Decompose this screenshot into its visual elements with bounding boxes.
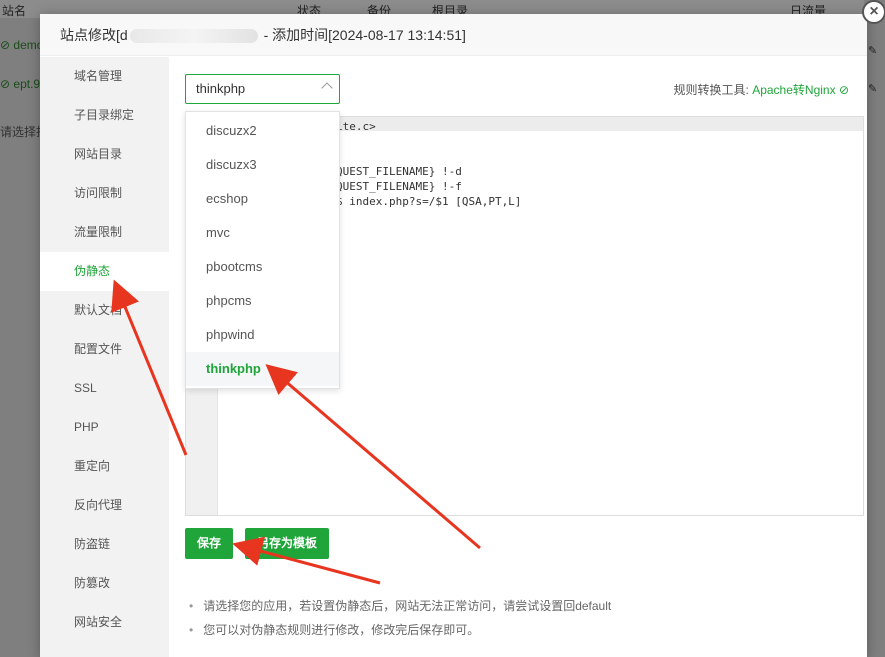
site-edit-modal: 站点修改[d - 添加时间[2024-08-17 13:14:51] 域名管理子…: [40, 14, 867, 657]
sidebar-item[interactable]: 配置文件: [40, 330, 169, 369]
help-note: 您可以对伪静态规则进行修改，修改完后保存即可。: [189, 618, 611, 642]
select-value: thinkphp: [196, 81, 246, 96]
sidebar-item[interactable]: 重定向: [40, 447, 169, 486]
save-button[interactable]: 保存: [185, 528, 234, 559]
save-as-template-button[interactable]: 另存为模板: [245, 528, 330, 559]
sidebar-item[interactable]: 默认文档: [40, 291, 169, 330]
sidebar-item[interactable]: 防盗链: [40, 525, 169, 564]
rewrite-panel: ite.c> QUEST_FILENAME} !-d QUEST_FILENAME}…: [169, 57, 867, 657]
settings-sidebar: 域名管理 子目录绑定 网站目录 访问限制 流量限制 伪静态 默认文档 配置文件 SSL PHP 重定…: [40, 57, 169, 657]
modal-title: 站点修改[d - 添加时间[2024-08-17 13:14:51]: [40, 14, 867, 56]
bg-right-strip: ✎ ✎: [864, 0, 885, 657]
apache-to-nginx-link[interactable]: Apache转Nginx ⊘: [752, 83, 849, 97]
dropdown-option[interactable]: ecshop: [186, 182, 339, 216]
sidebar-item[interactable]: 网站目录: [40, 135, 169, 174]
rule-convert-tool: 规则转换工具: Apache转Nginx ⊘: [674, 81, 849, 98]
bg-row-1: ⊘ demo: [0, 38, 44, 52]
dropdown-option[interactable]: phpcms: [186, 284, 339, 318]
modal-title-suffix: - 添加时间[2024-08-17 13:14:51]: [259, 27, 466, 43]
help-notes: 请选择您的应用，若设置伪静态后，网站无法正常访问，请尝试设置回default 您…: [189, 594, 611, 642]
editor-code[interactable]: ite.c> QUEST_FILENAME} !-d QUEST_FILENAME}…: [336, 119, 521, 209]
dropdown-option[interactable]: discuzx3: [186, 148, 339, 182]
bg-row-2: ⊘ ept.9: [0, 77, 41, 91]
redacted-domain: [129, 29, 258, 44]
bg-edit-icon: ✎: [868, 83, 878, 95]
sidebar-item[interactable]: 流量限制: [40, 213, 169, 252]
sidebar-item[interactable]: SSL: [40, 369, 169, 408]
chevron-up-icon: [321, 82, 333, 94]
sidebar-item[interactable]: 伪静态: [40, 252, 169, 291]
dropdown-option[interactable]: discuzx2: [186, 114, 339, 148]
code-line: QUEST_FILENAME} !-d: [336, 165, 462, 178]
dropdown-option[interactable]: pbootcms: [186, 250, 339, 284]
code-line: ite.c>: [336, 120, 376, 133]
code-line: QUEST_FILENAME} !-f: [336, 180, 462, 193]
help-note: 请选择您的应用，若设置伪静态后，网站无法正常访问，请尝试设置回default: [189, 594, 611, 618]
sidebar-item[interactable]: 域名管理: [40, 57, 169, 96]
code-line: $ index.php?s=/$1 [QSA,PT,L]: [336, 195, 522, 208]
sidebar-item[interactable]: 子目录绑定: [40, 96, 169, 135]
modal-title-prefix: 站点修改[d: [60, 27, 128, 43]
dropdown-option[interactable]: phpwind: [186, 318, 339, 352]
dropdown-option[interactable]: mvc: [186, 216, 339, 250]
sidebar-item[interactable]: 网站安全: [40, 603, 169, 642]
template-dropdown: discuzx2 discuzx3 ecshop mvc pbootcms phpcms p…: [185, 111, 340, 389]
rewrite-template-select[interactable]: thinkphp: [185, 74, 340, 104]
close-icon[interactable]: ×: [862, 0, 885, 24]
sidebar-item[interactable]: 访问限制: [40, 174, 169, 213]
sidebar-item[interactable]: PHP: [40, 408, 169, 447]
bg-row-2-text: ept.9: [13, 77, 41, 91]
link-icon: ⊘: [838, 83, 849, 97]
bg-col-name: 站名: [2, 4, 27, 18]
dropdown-option[interactable]: thinkphp: [186, 352, 339, 386]
sidebar-item[interactable]: 防篡改: [40, 564, 169, 603]
bg-edit-icon: ✎: [868, 45, 878, 57]
sidebar-item[interactable]: 反向代理: [40, 486, 169, 525]
tool-link-text: Apache转Nginx: [752, 83, 836, 97]
bg-row-1-text: demo: [13, 38, 44, 52]
tool-label: 规则转换工具:: [673, 83, 749, 97]
